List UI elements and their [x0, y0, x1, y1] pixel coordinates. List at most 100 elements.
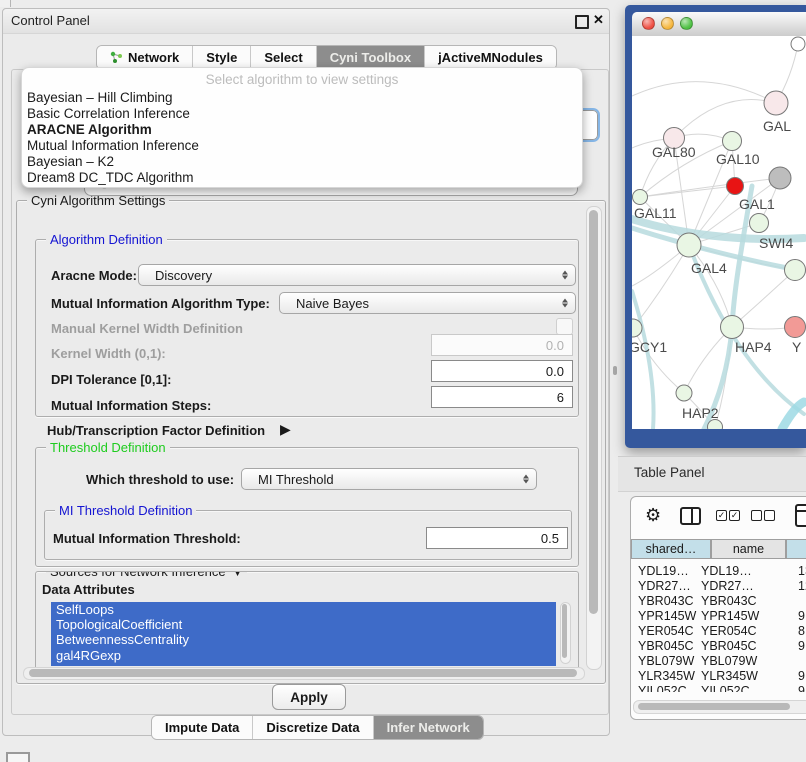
table-cell: YBR045C [638, 639, 694, 653]
tab-label: Network [128, 50, 179, 65]
attribute-item-topologicalcoefficient[interactable]: TopologicalCoefficient [51, 617, 556, 632]
kernel-width-field[interactable]: 0.0 [431, 334, 573, 356]
network-node-hap2[interactable] [676, 385, 692, 401]
node-label: GAL80 [652, 144, 696, 160]
table-cell: YPR145W [638, 609, 696, 623]
table-row[interactable]: YBL079WYBL079W [631, 654, 806, 669]
tab-jactivemnodules[interactable]: jActiveMNodules [424, 46, 556, 69]
dpi-tolerance-field[interactable]: 0.0 [431, 360, 573, 382]
tab-label: jActiveMNodules [438, 50, 543, 65]
column-header-a[interactable]: A [786, 539, 806, 559]
network-edge[interactable] [633, 245, 689, 328]
column-header-shared[interactable]: shared… [631, 539, 711, 559]
bottom-tab-infer-network[interactable]: Infer Network [373, 716, 483, 739]
gear-icon[interactable]: ⚙ [645, 505, 661, 526]
network-node[interactable] [727, 178, 744, 195]
attribute-list-scrollbar[interactable] [560, 602, 571, 664]
network-node-hap4[interactable] [721, 316, 744, 339]
mi-steps-value: 6 [557, 390, 564, 405]
bottom-tab-impute-data[interactable]: Impute Data [152, 716, 252, 739]
table-row[interactable]: YDR27…YDR27…12 [631, 579, 806, 594]
network-edge-thick[interactable] [632, 291, 654, 429]
window-minimize-button[interactable] [661, 17, 674, 30]
expand-icon[interactable]: ▶ [280, 421, 291, 438]
algorithm-option-basic-correlation-inference[interactable]: Basic Correlation Inference [27, 106, 190, 121]
tab-cyni-toolbox[interactable]: Cyni Toolbox [316, 46, 424, 69]
algorithm-option-mutual-information-inference[interactable]: Mutual Information Inference [27, 138, 199, 153]
deselect-all-checkboxes-icon[interactable] [751, 510, 777, 528]
algorithm-definition-title: Algorithm Definition [46, 232, 167, 247]
select-all-checkboxes-icon[interactable]: ✓✓ [716, 510, 742, 528]
algorithm-option-dream8-dc-tdc-algorithm[interactable]: Dream8 DC_TDC Algorithm [27, 170, 194, 185]
table-row[interactable]: YBR043CYBR043C [631, 594, 806, 609]
network-node-gal1[interactable] [750, 214, 769, 233]
control-panel: Control Panel ✕ NetworkStyleSelectCyni T… [2, 8, 610, 736]
tab-style[interactable]: Style [192, 46, 250, 69]
sources-group-title: Sources for Network Inference ▼ [46, 571, 247, 579]
network-node-swi4[interactable] [785, 260, 806, 281]
columns-icon[interactable] [680, 507, 701, 525]
table-row[interactable]: YPR145WYPR145W9. [631, 609, 806, 624]
which-threshold-combo[interactable]: MI Threshold [241, 468, 537, 490]
settings-horizontal-scrollbar[interactable] [23, 667, 585, 680]
hub-definition-label[interactable]: Hub/Transcription Factor Definition [47, 423, 265, 438]
data-attributes-list[interactable]: SelfLoopsTopologicalCoefficientBetweenne… [51, 602, 556, 666]
mi-algorithm-type-combo[interactable]: Naive Bayes [279, 292, 576, 314]
collapse-icon[interactable]: ▼ [232, 571, 244, 579]
table-horizontal-scrollbar[interactable] [633, 700, 806, 714]
splitter-handle[interactable] [613, 366, 617, 375]
network-edge[interactable] [732, 270, 795, 327]
network-node-gal[interactable] [764, 91, 788, 115]
which-threshold-value: MI Threshold [258, 472, 334, 487]
bottom-tab-discretize-data[interactable]: Discretize Data [252, 716, 372, 739]
mi-steps-field[interactable]: 6 [431, 386, 573, 408]
minimized-panel-icon[interactable] [6, 752, 30, 762]
aracne-mode-combo[interactable]: Discovery [138, 264, 576, 286]
network-edge[interactable] [674, 100, 776, 138]
tab-select[interactable]: Select [250, 46, 315, 69]
network-node-gal11[interactable] [633, 190, 648, 205]
aracne-mode-value: Discovery [155, 268, 212, 283]
float-panel-icon[interactable] [575, 15, 589, 29]
cyni-algorithm-settings-group: Cyni Algorithm Settings Algorithm Defini… [16, 200, 606, 684]
spinner-icon [562, 271, 568, 280]
network-canvas[interactable]: GALGAL80GAL10GAL11GAL1SWI4GAL4GCY1HAP4YH… [632, 36, 806, 429]
table-row[interactable]: YBR045CYBR045C9. [631, 639, 806, 654]
tab-label: Select [264, 50, 302, 65]
mi-steps-label: Mutual Information Steps: [51, 398, 211, 413]
node-label: GAL [763, 118, 791, 134]
network-node-gal10[interactable] [723, 132, 742, 151]
table-row[interactable]: YIL052CYIL052C9 [631, 684, 806, 692]
network-edge-thick[interactable] [704, 186, 752, 429]
table-icon[interactable] [795, 504, 806, 527]
attribute-item-betweennesscentrality[interactable]: BetweennessCentrality [51, 632, 556, 647]
table-cell: YPR145W [701, 609, 759, 623]
window-zoom-button[interactable] [680, 17, 693, 30]
tab-network[interactable]: Network [97, 46, 192, 69]
network-edge[interactable] [633, 328, 684, 393]
network-node-gal4[interactable] [677, 233, 701, 257]
network-node[interactable] [791, 37, 805, 51]
table-cell: YIL052C [638, 684, 687, 692]
table-cell: YDR27… [701, 579, 754, 593]
table-cell: YDL19… [701, 564, 752, 578]
network-edge-thick[interactable] [782, 402, 804, 429]
table-row[interactable]: YDL19…YDL19…13 [631, 564, 806, 579]
apply-button[interactable]: Apply [272, 684, 346, 710]
mi-threshold-field[interactable]: 0.5 [426, 527, 568, 549]
algorithm-option-bayesian-k2[interactable]: Bayesian – K2 [27, 154, 114, 169]
node-label: GAL10 [716, 151, 760, 167]
network-node[interactable] [769, 167, 791, 189]
attribute-item-gal4rgexp[interactable]: gal4RGexp [51, 648, 556, 663]
close-icon[interactable]: ✕ [593, 12, 604, 28]
table-row[interactable]: YER054CYER054C8. [631, 624, 806, 639]
settings-vertical-scrollbar[interactable] [586, 206, 602, 670]
algorithm-option-aracne-algorithm[interactable]: ARACNE Algorithm [27, 122, 152, 137]
table-row[interactable]: YLR345WYLR345W9. [631, 669, 806, 684]
network-node-y[interactable] [785, 317, 806, 338]
attribute-item-selfloops[interactable]: SelfLoops [51, 602, 556, 617]
window-close-button[interactable] [642, 17, 655, 30]
manual-kernel-checkbox[interactable] [556, 318, 573, 335]
algorithm-option-bayesian-hill-climbing[interactable]: Bayesian – Hill Climbing [27, 90, 173, 105]
column-header-name[interactable]: name [711, 539, 786, 559]
